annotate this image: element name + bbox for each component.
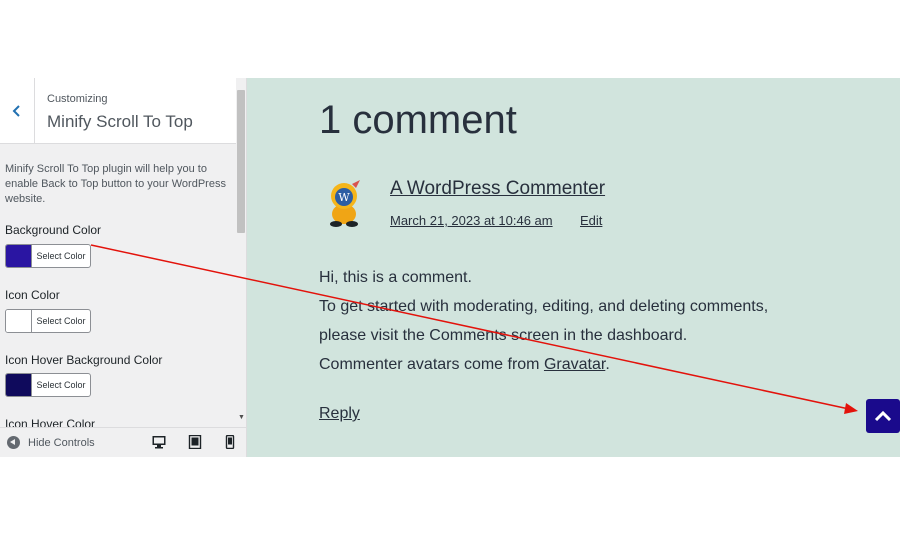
comment-author-link[interactable]: A WordPress Commenter (390, 178, 605, 200)
hide-controls-button[interactable]: Hide Controls (7, 436, 95, 449)
icon-color-label: Icon Color (5, 288, 60, 302)
comment-date-link[interactable]: March 21, 2023 at 10:46 am (390, 213, 553, 228)
background-color-picker[interactable]: Select Color (5, 244, 91, 268)
scrollbar-thumb[interactable] (237, 90, 245, 233)
panel-header: Customizing Minify Scroll To Top (0, 78, 236, 144)
mobile-icon[interactable] (223, 435, 237, 449)
back-button[interactable] (0, 78, 35, 143)
icon-hover-bg-color-picker[interactable]: Select Color (5, 373, 91, 397)
select-color-button[interactable]: Select Color (32, 310, 90, 332)
comments-title: 1 comment (319, 98, 517, 142)
select-color-button[interactable]: Select Color (32, 245, 90, 267)
gravatar-link[interactable]: Gravatar (544, 356, 605, 373)
section-title: Minify Scroll To Top (47, 112, 193, 131)
select-color-button[interactable]: Select Color (32, 374, 90, 396)
chevron-up-icon (874, 410, 892, 422)
chevron-left-icon (12, 104, 20, 117)
tablet-icon[interactable] (188, 435, 202, 449)
scroll-down-icon[interactable]: ▼ (238, 414, 245, 421)
color-swatch (6, 374, 32, 396)
icon-color-picker[interactable]: Select Color (5, 309, 91, 333)
scroll-to-top-button[interactable] (866, 399, 900, 433)
customizer-panel: Customizing Minify Scroll To Top Minify … (0, 78, 247, 457)
comment-line: To get started with moderating, editing,… (319, 298, 769, 315)
color-swatch (6, 310, 32, 332)
hide-controls-label: Hide Controls (28, 436, 95, 449)
background-color-label: Background Color (5, 223, 102, 237)
edit-comment-link[interactable]: Edit (580, 213, 602, 228)
comment-line: Hi, this is a comment. (319, 269, 472, 286)
commenter-avatar: W (330, 180, 360, 227)
icon-hover-bg-color-label: Icon Hover Background Color (5, 353, 163, 367)
comment-text: Commenter avatars come from (319, 356, 544, 373)
comment-text: . (605, 356, 610, 373)
site-preview: 1 comment W A WordPress Commenter March … (247, 78, 900, 457)
breadcrumb: Customizing (47, 93, 108, 105)
customizer-footer: Hide Controls (0, 427, 246, 457)
panel-scrollbar[interactable]: ▼ (236, 78, 246, 427)
comment-line: please visit the Comments screen in the … (319, 327, 688, 344)
color-swatch (6, 245, 32, 267)
desktop-icon[interactable] (152, 435, 166, 449)
section-description: Minify Scroll To Top plugin will help yo… (5, 163, 226, 205)
comment-line: Commenter avatars come from Gravatar. (319, 356, 610, 374)
collapse-arrow-icon (7, 436, 20, 449)
svg-text:W: W (338, 191, 350, 204)
reply-link[interactable]: Reply (319, 405, 360, 423)
